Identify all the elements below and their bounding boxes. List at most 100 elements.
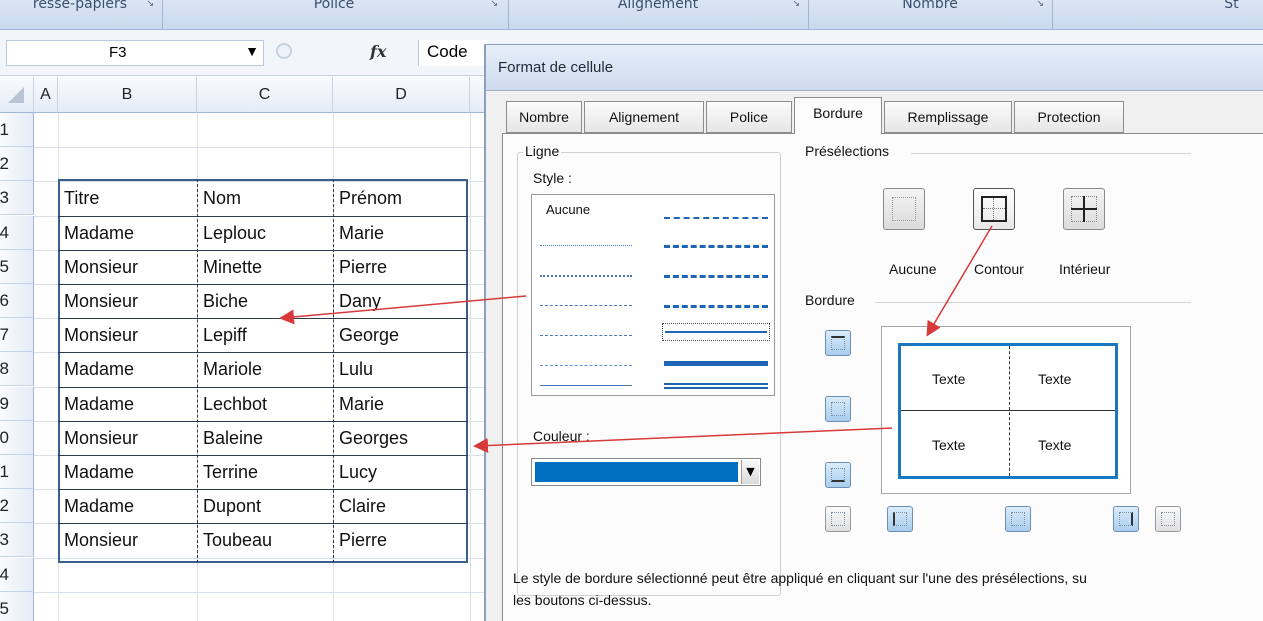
row-header-label: 7 xyxy=(0,325,9,345)
formula-cancel-icon[interactable] xyxy=(276,43,292,59)
column-header-c[interactable]: C xyxy=(197,77,333,113)
tab-bordure[interactable]: Bordure xyxy=(794,97,882,134)
preset-inside-label: Intérieur xyxy=(1059,261,1111,277)
spreadsheet-grid: A B C D 123456789101112131415 TitreNomPr… xyxy=(0,77,490,621)
ribbon-group-label: St xyxy=(1224,0,1239,12)
column-header-b[interactable]: B xyxy=(58,77,197,113)
style-option-double[interactable] xyxy=(664,383,768,389)
style-option-slanted-dash-dot[interactable] xyxy=(664,245,768,248)
tab-alignement[interactable]: Alignement xyxy=(584,101,704,133)
border-group-label: Bordure xyxy=(803,292,857,308)
color-picker[interactable]: ▼ xyxy=(531,458,761,486)
gridline xyxy=(470,113,471,621)
insert-function-icon[interactable]: fx xyxy=(370,42,386,61)
excel-window: resse-papiers ↘ Police ↘ Alignement ↘ No… xyxy=(0,0,1263,621)
diagonal-down-icon xyxy=(1161,512,1175,526)
color-swatch xyxy=(535,462,738,482)
formula-input[interactable]: Code xyxy=(418,40,488,66)
select-all-corner[interactable] xyxy=(0,77,34,113)
row-header[interactable]: 10 xyxy=(0,420,34,455)
tab-remplissage[interactable]: Remplissage xyxy=(884,101,1012,133)
preset-none-button[interactable] xyxy=(883,188,925,230)
row-header[interactable]: 5 xyxy=(0,249,34,284)
row-header-label: 1 xyxy=(0,120,9,139)
border-left-button[interactable] xyxy=(887,506,913,532)
border-center-button[interactable] xyxy=(1005,506,1031,532)
style-label: Style : xyxy=(533,170,572,186)
style-option-thin[interactable] xyxy=(540,385,632,386)
dialog-launcher-icon[interactable]: ↘ xyxy=(490,0,498,9)
table-row-border xyxy=(58,455,468,456)
row-header[interactable]: 14 xyxy=(0,557,34,592)
preset-outline-button[interactable] xyxy=(973,188,1015,230)
select-all-triangle-icon xyxy=(8,87,24,103)
style-option-thick[interactable] xyxy=(664,361,768,366)
chevron-down-icon[interactable]: ▼ xyxy=(245,43,259,59)
row-header-label: 3 xyxy=(0,188,9,208)
dialog-launcher-icon[interactable]: ↘ xyxy=(146,0,154,9)
row-header-label: 9 xyxy=(0,393,9,413)
border-bottom-button[interactable] xyxy=(825,462,851,488)
row-header[interactable]: 9 xyxy=(0,386,34,421)
preview-text: Texte xyxy=(932,371,966,387)
name-box-value: F3 xyxy=(109,44,127,61)
border-top-button[interactable] xyxy=(825,330,851,356)
row-header-label: 10 xyxy=(0,427,9,447)
tab-nombre[interactable]: Nombre xyxy=(506,101,582,133)
dialog-title: Format de cellule xyxy=(498,59,614,76)
border-bottom-icon xyxy=(831,468,845,482)
preset-none-icon xyxy=(892,197,916,221)
border-right-button[interactable] xyxy=(1113,506,1139,532)
row-header[interactable]: 4 xyxy=(0,215,34,250)
dialog-title-bar[interactable]: Format de cellule xyxy=(486,45,1263,91)
row-header[interactable]: 11 xyxy=(0,455,34,489)
border-diagonal-up-button[interactable] xyxy=(825,506,851,532)
row-header-label: 11 xyxy=(0,462,9,481)
tab-police[interactable]: Police xyxy=(706,101,792,133)
row-header-label: 12 xyxy=(0,496,9,516)
row-header[interactable]: 15 xyxy=(0,591,34,621)
style-option-dashed[interactable] xyxy=(540,365,632,366)
tab-protection[interactable]: Protection xyxy=(1014,101,1124,133)
column-header-d[interactable]: D xyxy=(333,77,470,113)
preset-inside-button[interactable] xyxy=(1063,188,1105,230)
border-diagonal-down-button[interactable] xyxy=(1155,506,1181,532)
row-header[interactable]: 12 xyxy=(0,489,34,524)
preset-inside-icon xyxy=(1071,196,1097,222)
border-middle-button[interactable] xyxy=(825,396,851,422)
preset-outline-icon-hline xyxy=(983,208,1005,209)
ribbon-group-styles: St xyxy=(1200,0,1263,24)
row-header[interactable]: 1 xyxy=(0,113,34,147)
style-option-dash-dot-dot[interactable] xyxy=(540,305,632,306)
name-box[interactable]: F3 ▼ xyxy=(6,40,264,66)
line-style-list[interactable]: Aucune xyxy=(531,194,775,396)
style-option-dash-dot[interactable] xyxy=(540,335,632,336)
style-option-medium-dash-dot-dot[interactable] xyxy=(664,217,768,219)
border-preview[interactable]: Texte Texte Texte Texte xyxy=(881,326,1131,494)
style-option-none[interactable]: Aucune xyxy=(546,202,590,217)
style-option-hair[interactable] xyxy=(540,245,632,246)
style-option-dotted[interactable] xyxy=(540,275,632,277)
preview-inner-vertical xyxy=(1009,346,1010,476)
row-header[interactable]: 3 xyxy=(0,181,34,216)
bordure-panel: Ligne Style : Aucune Couleur: ▼ Préséle… xyxy=(502,133,1263,621)
row-header[interactable]: 2 xyxy=(0,147,34,182)
ribbon-group-labels: resse-papiers ↘ Police ↘ Alignement ↘ No… xyxy=(0,0,1263,30)
presets-group-label: Présélections xyxy=(803,143,892,159)
row-header[interactable]: 8 xyxy=(0,352,34,387)
row-header[interactable]: 13 xyxy=(0,523,34,558)
ribbon-group-label: Police xyxy=(313,0,355,12)
row-header[interactable]: 6 xyxy=(0,284,34,318)
ribbon-separator xyxy=(1052,0,1053,30)
dialog-launcher-icon[interactable]: ↘ xyxy=(1036,0,1044,9)
preview-outline xyxy=(898,343,1118,479)
row-header[interactable]: 7 xyxy=(0,318,34,353)
column-header-a[interactable]: A xyxy=(34,77,58,113)
style-option-medium-dashed[interactable] xyxy=(664,305,768,308)
chevron-down-icon[interactable]: ▼ xyxy=(741,460,759,484)
dialog-launcher-icon[interactable]: ↘ xyxy=(792,0,800,9)
style-option-medium-selected[interactable] xyxy=(662,323,770,341)
style-option-medium-dash-dot[interactable] xyxy=(664,275,768,278)
diagonal-up-icon xyxy=(831,512,845,526)
ribbon-group-alignment: Alignement ↘ xyxy=(510,0,806,24)
